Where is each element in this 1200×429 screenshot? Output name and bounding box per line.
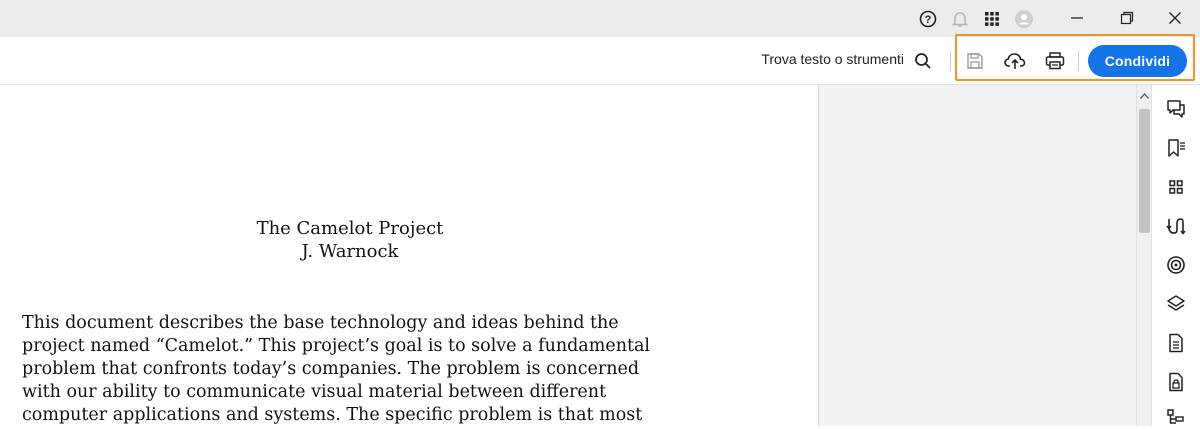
bookmark-list-icon[interactable] [1165, 137, 1187, 159]
document-title: The Camelot Project [256, 218, 444, 239]
account-avatar-icon[interactable] [1014, 9, 1034, 29]
document-icon[interactable] [1165, 332, 1187, 354]
restore-button[interactable] [1104, 4, 1150, 32]
thumbnails-icon[interactable] [1165, 176, 1187, 198]
paragraph-line: problem that confronts today’s companies… [22, 359, 640, 379]
restore-icon [1120, 11, 1134, 25]
document-author: J. Warnock [301, 241, 399, 262]
document-background [818, 85, 1137, 426]
paragraph-line: This document describes the base technol… [22, 313, 619, 333]
minimize-button[interactable] [1054, 4, 1100, 32]
search-icon[interactable] [910, 48, 936, 74]
target-icon[interactable] [1165, 254, 1187, 276]
document-paragraph: This document describes the base technol… [22, 312, 702, 427]
apps-grid-icon[interactable] [982, 9, 1002, 29]
paragraph-line: computer applications and systems. The s… [22, 405, 643, 425]
bell-icon[interactable] [950, 9, 970, 29]
document-page: The Camelot Project J. Warnock This docu… [0, 85, 818, 426]
document-lock-icon[interactable] [1165, 371, 1187, 393]
share-button[interactable]: Condividi [1088, 45, 1187, 77]
right-tool-rail [1151, 85, 1200, 426]
search-tools-label[interactable]: Trova testo o strumenti [761, 51, 904, 67]
title-bar: ? [0, 0, 1200, 37]
scroll-up-arrow-icon[interactable] [1137, 89, 1152, 103]
compare-icon[interactable] [1165, 215, 1187, 237]
scrollbar-thumb[interactable] [1139, 109, 1150, 233]
paragraph-line: project named “Camelot.” This project’s … [22, 336, 651, 356]
close-icon [1169, 12, 1181, 24]
svg-text:?: ? [925, 14, 932, 26]
toolbar-divider [950, 51, 951, 71]
help-icon[interactable]: ? [918, 9, 938, 29]
layers-icon[interactable] [1165, 293, 1187, 315]
close-window-button[interactable] [1152, 4, 1198, 32]
paragraph-line: with our ability to communicate visual m… [22, 382, 607, 402]
vertical-scrollbar[interactable] [1136, 85, 1152, 426]
comment-icon[interactable] [1165, 98, 1187, 120]
minimize-icon [1071, 17, 1083, 19]
